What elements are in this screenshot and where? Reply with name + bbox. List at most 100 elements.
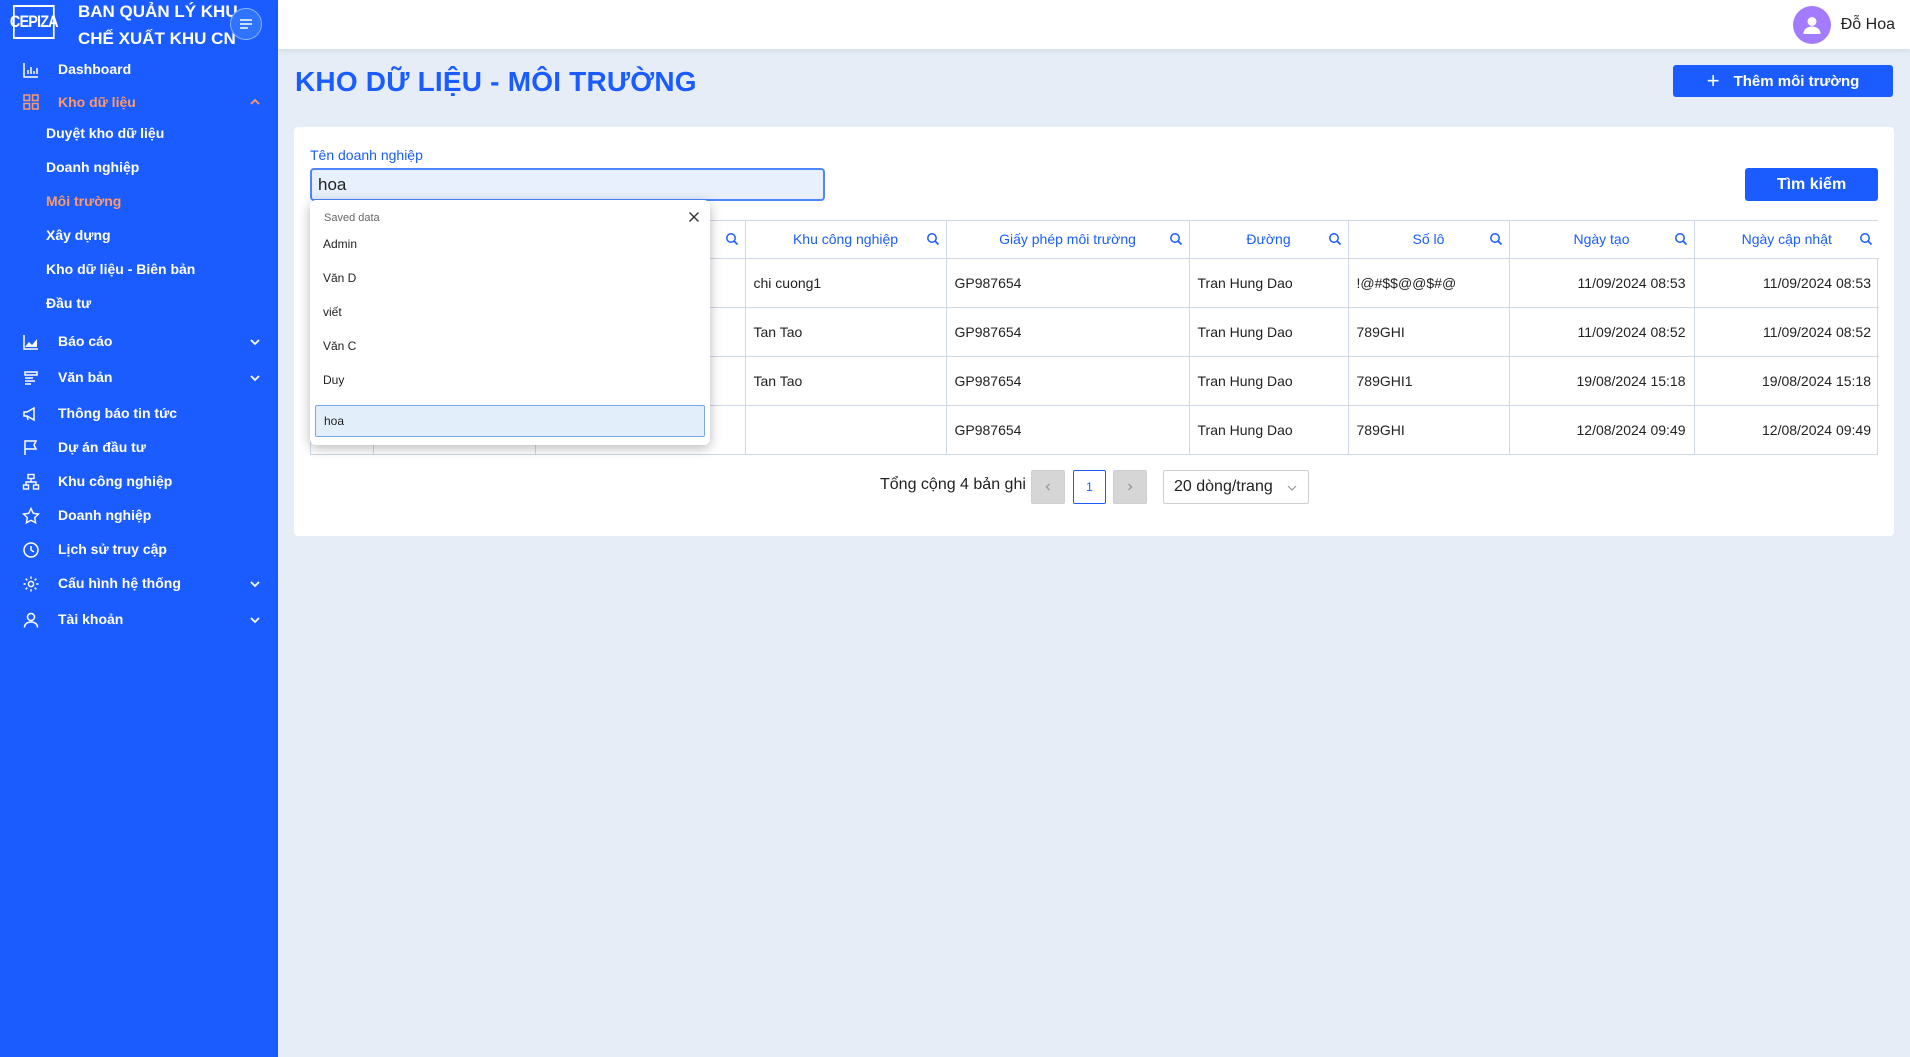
sidebar-item-label: Cấu hình hệ thống	[58, 575, 181, 591]
column-header: Ngày cập nhật	[1694, 221, 1879, 259]
search-button[interactable]: Tìm kiếm	[1745, 168, 1878, 201]
search-label: Tên doanh nghiệp	[310, 147, 423, 163]
cell-giay-phep: GP987654	[946, 405, 1190, 454]
cell-so-lo: 789GHI	[1348, 405, 1510, 454]
search-icon[interactable]	[1169, 232, 1183, 246]
clock-icon	[21, 540, 41, 560]
column-header-label: Khu công nghiệp	[792, 231, 899, 248]
sidebar: CEPIZA BAN QUẢN LÝ KHU CHẾ XUẤT KHU CN D…	[0, 0, 278, 1057]
area-chart-icon	[21, 332, 41, 352]
search-icon[interactable]	[1859, 232, 1873, 246]
search-icon[interactable]	[1328, 232, 1342, 246]
sidebar-item-lich-su[interactable]: Lịch sử truy cập	[0, 532, 278, 566]
sidebar-item-label: Thông báo tin tức	[58, 405, 178, 421]
flag-icon	[21, 438, 41, 458]
page-title: KHO DỮ LIỆU - MÔI TRƯỜNG	[295, 66, 697, 97]
cell-ngay-tao: 11/09/2024 08:52	[1509, 307, 1695, 357]
sidebar-item-label: Tài khoản	[58, 611, 124, 627]
sidebar-item-tai-khoan[interactable]: Tài khoản	[0, 602, 278, 638]
sidebar-item-label: Báo cáo	[58, 333, 113, 349]
saved-data-dropdown: Saved data Admin Văn D viết Văn C Duy ho…	[310, 200, 710, 445]
dropdown-option[interactable]: Văn C	[315, 330, 705, 362]
cell-khu-cong-nghiep: Tan Tao	[745, 307, 947, 357]
column-header: Số lô	[1348, 221, 1510, 259]
cell-ngay-cap-nhat: 11/09/2024 08:52	[1694, 307, 1879, 357]
plus-icon: +	[1706, 68, 1720, 93]
cell-so-lo: 789GHI	[1348, 307, 1510, 357]
add-button-label: Thêm môi trường	[1733, 72, 1860, 90]
user-name: Đỗ Hoa	[1840, 16, 1895, 33]
sidebar-item-label: Doanh nghiệp	[58, 507, 152, 523]
menu-toggle-button[interactable]	[230, 8, 262, 40]
sidebar-item-thong-bao[interactable]: Thông báo tin tức	[0, 396, 278, 430]
cell-ngay-tao: 11/09/2024 08:53	[1509, 258, 1695, 308]
avatar[interactable]	[1792, 6, 1831, 44]
page-number-button[interactable]: 1	[1073, 470, 1106, 504]
chevron-left-icon	[1045, 483, 1050, 491]
gear-icon	[21, 574, 41, 594]
sidebar-item-doanh-nghiep[interactable]: Doanh nghiệp	[0, 498, 278, 532]
sidebar-subitem-duyet-kho[interactable]: Duyệt kho dữ liệu	[0, 116, 278, 150]
column-header: Đường	[1189, 221, 1349, 259]
sidebar-item-cau-hinh[interactable]: Cấu hình hệ thống	[0, 566, 278, 602]
brand-title-line2: CHẾ XUẤT KHU CN	[78, 29, 236, 48]
sidebar-subitem-dau-tu[interactable]: Đầu tư	[0, 286, 278, 324]
cell-giay-phep: GP987654	[946, 258, 1190, 308]
cell-duong: Tran Hung Dao	[1189, 405, 1349, 454]
page-size-select[interactable]: 20 dòng/trang	[1163, 470, 1309, 504]
dropdown-option[interactable]: viết	[315, 296, 705, 328]
sidebar-subitem-bien-ban[interactable]: Kho dữ liệu - Biên bản	[0, 252, 278, 286]
star-icon	[21, 506, 41, 526]
sidebar-item-bao-cao[interactable]: Báo cáo	[0, 324, 278, 360]
sidebar-item-label: Dự án đầu tư	[58, 439, 146, 455]
next-page-button[interactable]	[1113, 470, 1147, 504]
chevron-down-icon	[250, 581, 260, 588]
sidebar-item-du-an[interactable]: Dự án đầu tư	[0, 430, 278, 464]
cell-giay-phep: GP987654	[946, 307, 1190, 357]
search-icon[interactable]	[926, 232, 940, 246]
chevron-up-icon	[250, 98, 260, 105]
user-menu[interactable]: Đỗ Hoa	[1792, 6, 1895, 44]
sidebar-subitem-moi-truong[interactable]: Môi trường	[0, 184, 278, 218]
cell-ngay-tao: 19/08/2024 15:18	[1509, 356, 1695, 406]
user-icon	[1803, 17, 1821, 34]
sidebar-subitem-xay-dung[interactable]: Xây dựng	[0, 218, 278, 252]
dropdown-option-selected[interactable]: hoa	[315, 405, 705, 437]
cell-so-lo: !@#$$@@$#@	[1348, 258, 1510, 308]
sidebar-item-van-ban[interactable]: Văn bản	[0, 360, 278, 396]
sidebar-item-label: Lịch sử truy cập	[58, 541, 167, 557]
cell-duong: Tran Hung Dao	[1189, 356, 1349, 406]
dropdown-option[interactable]: Văn D	[315, 262, 705, 294]
company-search-input[interactable]	[310, 168, 825, 201]
logo: CEPIZA	[10, 5, 59, 39]
chevron-down-icon	[250, 617, 260, 624]
chevron-down-icon	[250, 375, 260, 382]
cell-giay-phep: GP987654	[946, 356, 1190, 406]
grid-icon	[21, 92, 41, 112]
sidebar-item-dashboard[interactable]: Dashboard	[0, 52, 278, 86]
column-header-label: Ngày tạo	[1573, 231, 1630, 248]
search-icon[interactable]	[1674, 232, 1688, 246]
column-header: Ngày tạo	[1509, 221, 1695, 259]
dropdown-header: Saved data	[324, 212, 380, 224]
column-header-label: Ngày cập nhật	[1741, 231, 1832, 248]
brand: CEPIZA BAN QUẢN LÝ KHU CHẾ XUẤT KHU CN	[0, 0, 278, 50]
cell-ngay-tao: 12/08/2024 09:49	[1509, 405, 1695, 454]
brand-title-line1: BAN QUẢN LÝ KHU	[78, 2, 238, 21]
prev-page-button[interactable]	[1031, 470, 1065, 504]
add-environment-button[interactable]: + Thêm môi trường	[1673, 65, 1893, 97]
search-icon[interactable]	[1489, 232, 1503, 246]
sidebar-subitem-doanh-nghiep[interactable]: Doanh nghiệp	[0, 150, 278, 184]
pagination: Tổng cộng 4 bản ghi 1 20 dòng/trang	[0, 469, 1910, 504]
close-icon[interactable]	[687, 210, 701, 224]
cell-so-lo: 789GHI1	[1348, 356, 1510, 406]
sidebar-item-kho-du-lieu[interactable]: Kho dữ liệu	[0, 86, 278, 116]
cell-khu-cong-nghiep	[745, 405, 947, 454]
cell-ngay-cap-nhat: 11/09/2024 08:53	[1694, 258, 1879, 308]
chevron-down-icon	[1287, 485, 1297, 491]
dropdown-option[interactable]: Duy	[315, 364, 705, 396]
chart-bar-icon	[21, 60, 41, 80]
cell-ngay-cap-nhat: 19/08/2024 15:18	[1694, 356, 1879, 406]
dropdown-option[interactable]: Admin	[315, 228, 705, 260]
search-icon[interactable]	[725, 232, 739, 246]
